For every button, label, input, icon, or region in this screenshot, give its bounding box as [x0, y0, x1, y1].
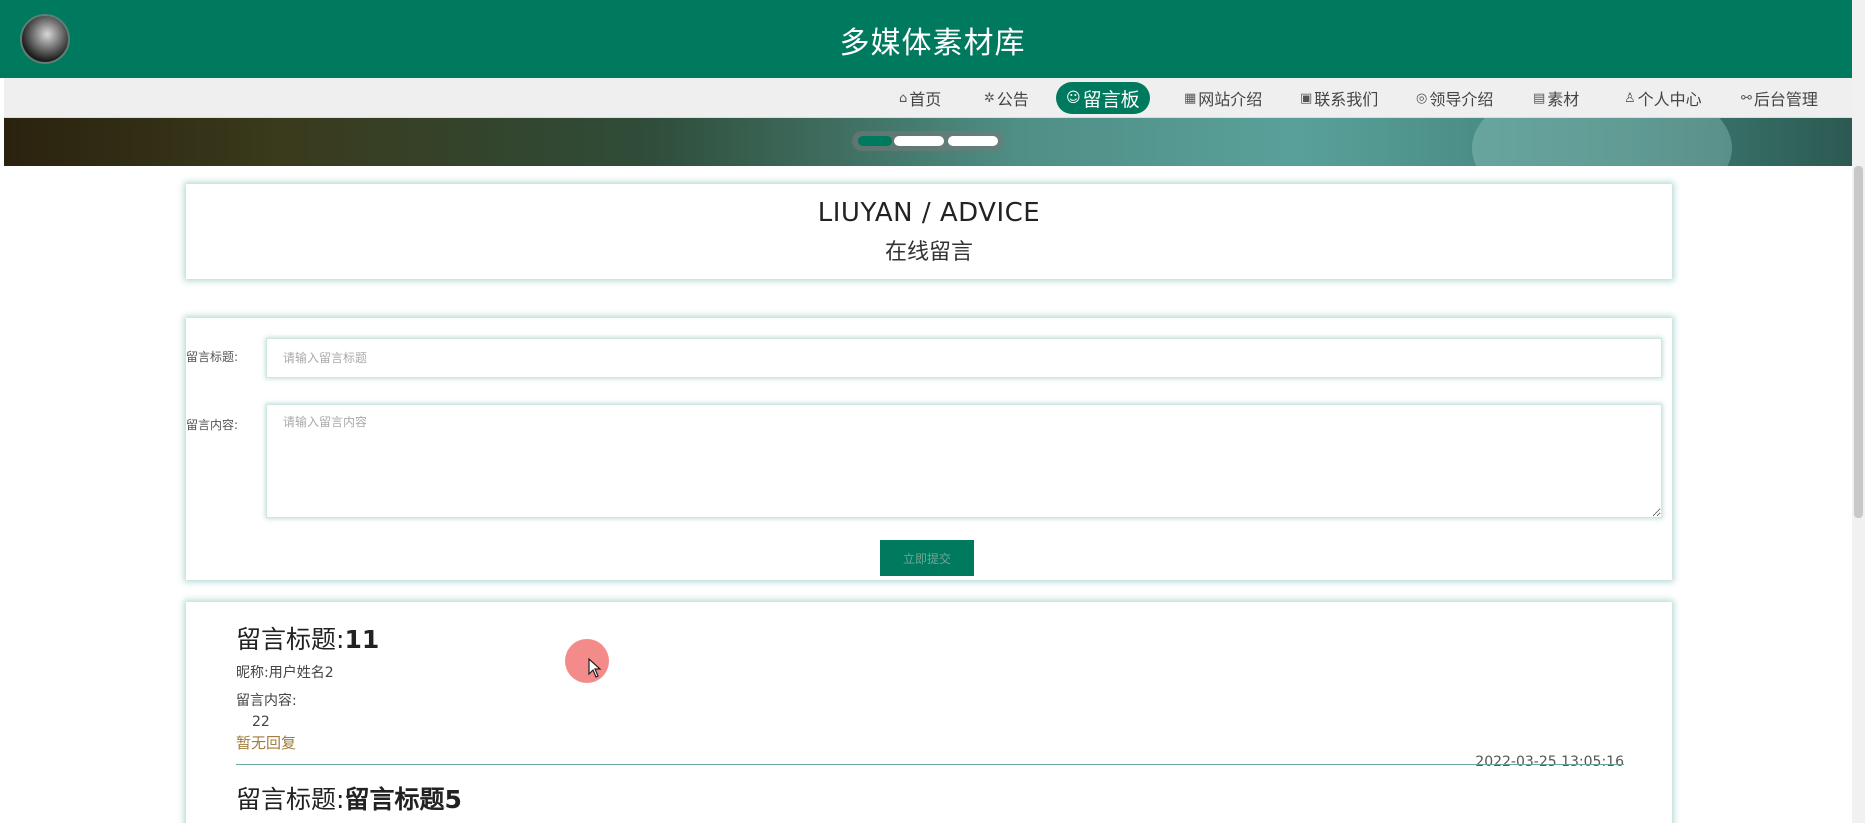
message-nickname: 昵称:用户姓名2	[236, 665, 334, 681]
content-textarea[interactable]	[266, 404, 1662, 518]
carousel-indicators	[852, 131, 1004, 151]
nav-item-label: 领导介绍	[1429, 90, 1494, 109]
message-list: 留言标题:11 昵称:用户姓名2 留言内容: 22 暂无回复 2022-03-2…	[186, 602, 1672, 823]
nav-item-contact[interactable]: ▣ 联系我们	[1292, 82, 1386, 114]
message-divider	[236, 764, 1624, 765]
nav-item-personal-center[interactable]: ♙ 个人中心	[1616, 82, 1710, 114]
message-title-value: 留言标题5	[344, 785, 462, 814]
carousel-dot-1[interactable]	[858, 136, 892, 146]
nav-item-message-board[interactable]: ☺ 留言板	[1056, 82, 1150, 114]
message-reply-status: 暂无回复	[236, 734, 297, 752]
title-label: 留言标题:	[186, 350, 239, 364]
material-icon: ▤	[1533, 90, 1546, 106]
nav-item-admin[interactable]: ⚯ 后台管理	[1733, 82, 1826, 114]
content-label: 留言内容:	[186, 418, 239, 432]
carousel-dot-2[interactable]	[894, 136, 944, 146]
carousel-dot-3[interactable]	[948, 136, 998, 146]
nav-item-label: 个人中心	[1637, 90, 1702, 109]
page-scrollbar[interactable]	[1852, 0, 1865, 823]
message-title-prefix: 留言标题:	[236, 625, 345, 654]
message-form: 留言标题: 留言内容: 立即提交	[186, 318, 1672, 580]
nav-item-leader-intro[interactable]: ◎ 领导介绍	[1408, 82, 1501, 114]
page-heading-en: LIUYAN / ADVICE	[817, 198, 1041, 228]
cursor-highlight	[565, 639, 609, 683]
site-header: 多媒体素材库	[0, 0, 1865, 78]
site-title: 多媒体素材库	[839, 26, 1026, 61]
message-timestamp: 2022-03-25 13:05:16	[1475, 754, 1624, 770]
banner-decoration	[1472, 118, 1732, 166]
submit-button[interactable]: 立即提交	[880, 540, 974, 576]
nav-item-material[interactable]: ▤ 素材	[1525, 82, 1587, 114]
user-icon: ♙	[1624, 90, 1636, 106]
home-icon: ⌂	[899, 90, 908, 106]
main-nav: ⌂ 首页 ✲ 公告 ☺ 留言板 ▦ 网站介绍 ▣ 联系我们 ◎ 领导介绍 ▤ 素…	[4, 78, 1852, 118]
title-input[interactable]	[266, 338, 1662, 378]
leader-icon: ◎	[1416, 90, 1428, 106]
message-board-icon: ☺	[1066, 90, 1081, 106]
message-content-label: 留言内容:	[236, 693, 297, 709]
contact-icon: ▣	[1300, 90, 1313, 106]
link-icon: ⚯	[1741, 90, 1752, 106]
nav-item-home[interactable]: ⌂ 首页	[891, 82, 949, 114]
nav-item-announcement[interactable]: ✲ 公告	[976, 82, 1037, 114]
message-title-prefix: 留言标题:	[236, 785, 345, 814]
page-heading-cn: 在线留言	[884, 240, 973, 265]
nav-item-website-intro[interactable]: ▦ 网站介绍	[1176, 82, 1270, 114]
mouse-cursor-icon	[588, 658, 602, 678]
website-icon: ▦	[1184, 90, 1197, 106]
page-heading-card: LIUYAN / ADVICE 在线留言	[186, 184, 1672, 279]
nav-item-label: 网站介绍	[1198, 90, 1263, 109]
message-title: 留言标题:留言标题5	[236, 780, 1624, 816]
nav-item-label: 留言板	[1082, 88, 1140, 111]
message-title-value: 11	[344, 625, 380, 654]
nav-item-label: 公告	[996, 90, 1029, 109]
message-item: 留言标题:留言标题5	[236, 780, 1624, 816]
nav-item-label: 首页	[909, 90, 942, 109]
announcement-icon: ✲	[984, 90, 995, 106]
message-title: 留言标题:11	[236, 620, 1624, 656]
scrollbar-thumb[interactable]	[1854, 166, 1863, 518]
message-item: 留言标题:11 昵称:用户姓名2 留言内容: 22 暂无回复 2022-03-2…	[236, 620, 1624, 770]
nav-item-label: 后台管理	[1753, 90, 1818, 109]
nav-item-label: 联系我们	[1314, 90, 1379, 109]
nav-item-label: 素材	[1547, 90, 1580, 109]
message-content: 22	[252, 714, 270, 730]
